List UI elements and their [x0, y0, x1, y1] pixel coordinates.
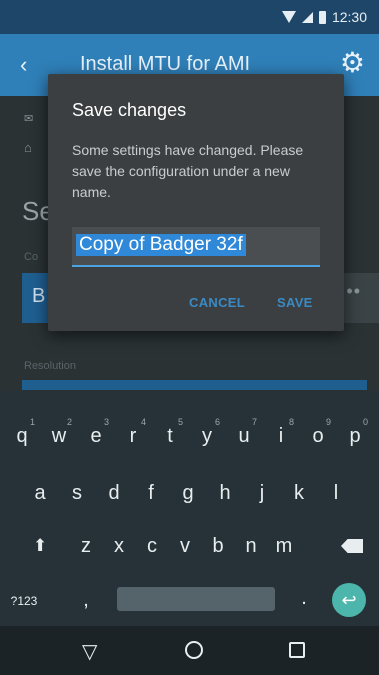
status-time: 12:30 [331, 9, 367, 25]
key-t[interactable]: t [154, 425, 186, 448]
key-l[interactable]: l [320, 482, 352, 505]
key-e[interactable]: e [80, 425, 112, 448]
key-hint-4: 4 [141, 417, 147, 427]
key-r[interactable]: r [117, 425, 149, 448]
key-q[interactable]: q [6, 425, 38, 448]
key-hint-0: 0 [363, 417, 369, 427]
key-c[interactable]: c [136, 535, 168, 558]
key-hint-9: 9 [326, 417, 332, 427]
nav-home-icon[interactable] [185, 641, 203, 659]
key-p[interactable]: p [339, 425, 371, 448]
key-hint-3: 3 [104, 417, 110, 427]
dialog-message: Some settings have changed. Please save … [72, 142, 304, 200]
key-w[interactable]: w [43, 425, 75, 448]
nav-bar: ▽ [0, 626, 379, 675]
key-hint-7: 7 [252, 417, 258, 427]
key-o[interactable]: o [302, 425, 334, 448]
key-m[interactable]: m [268, 535, 300, 558]
save-button[interactable]: SAVE [277, 295, 313, 310]
key-hint-1: 1 [30, 417, 36, 427]
status-bar: 12:30 [0, 0, 379, 34]
nav-back-icon[interactable]: ▽ [82, 639, 97, 664]
back-chevron-icon[interactable]: ‹ [20, 52, 27, 78]
key-j[interactable]: j [246, 482, 278, 505]
save-changes-dialog: Save changes Some settings have changed.… [48, 74, 344, 331]
key-d[interactable]: d [98, 482, 130, 505]
key-u[interactable]: u [228, 425, 260, 448]
backspace-key[interactable] [341, 539, 363, 553]
cancel-button[interactable]: CANCEL [189, 295, 245, 310]
key-b[interactable]: b [202, 535, 234, 558]
bg-config-value: B [32, 285, 46, 307]
bg-resolution-label: Resolution [24, 360, 76, 372]
symbols-key[interactable]: ?123 [4, 594, 44, 608]
key-y[interactable]: y [191, 425, 223, 448]
key-s[interactable]: s [61, 482, 93, 505]
bg-home-icon: ⌂ [24, 140, 32, 155]
key-n[interactable]: n [235, 535, 267, 558]
wifi-icon [281, 11, 296, 23]
app-title: Install MTU for AMI [80, 53, 251, 75]
key-i[interactable]: i [265, 425, 297, 448]
key-h[interactable]: h [209, 482, 241, 505]
enter-key[interactable]: ↩ [332, 583, 366, 617]
period-key[interactable]: . [288, 587, 320, 610]
bg-resolution-bar [22, 380, 367, 390]
config-name-input[interactable]: Copy of Badger 32f [72, 227, 320, 267]
status-icons: 12:30 [281, 9, 367, 25]
space-bar[interactable] [117, 587, 275, 611]
keyboard: q1w2e3r4t5y6u7i8o9p0 asdfghjkl zxcvbnm ⬆… [0, 391, 379, 626]
bg-info-icon: ✉ [24, 113, 34, 125]
config-name-value: Copy of Badger 32f [76, 234, 246, 256]
key-x[interactable]: x [103, 535, 135, 558]
key-hint-5: 5 [178, 417, 184, 427]
key-v[interactable]: v [169, 535, 201, 558]
more-icon: •• [346, 281, 361, 301]
bg-config-label: Co [24, 251, 39, 263]
key-k[interactable]: k [283, 482, 315, 505]
signal-icon [301, 11, 313, 23]
shift-key[interactable]: ⬆ [33, 536, 47, 556]
dialog-title: Save changes [72, 100, 187, 120]
key-a[interactable]: a [24, 482, 56, 505]
key-g[interactable]: g [172, 482, 204, 505]
battery-icon [318, 10, 326, 24]
key-hint-2: 2 [67, 417, 73, 427]
key-hint-8: 8 [289, 417, 295, 427]
nav-recents-icon[interactable] [289, 642, 305, 658]
key-hint-6: 6 [215, 417, 221, 427]
key-z[interactable]: z [70, 535, 102, 558]
comma-key[interactable]: , [70, 589, 102, 612]
key-f[interactable]: f [135, 482, 167, 505]
